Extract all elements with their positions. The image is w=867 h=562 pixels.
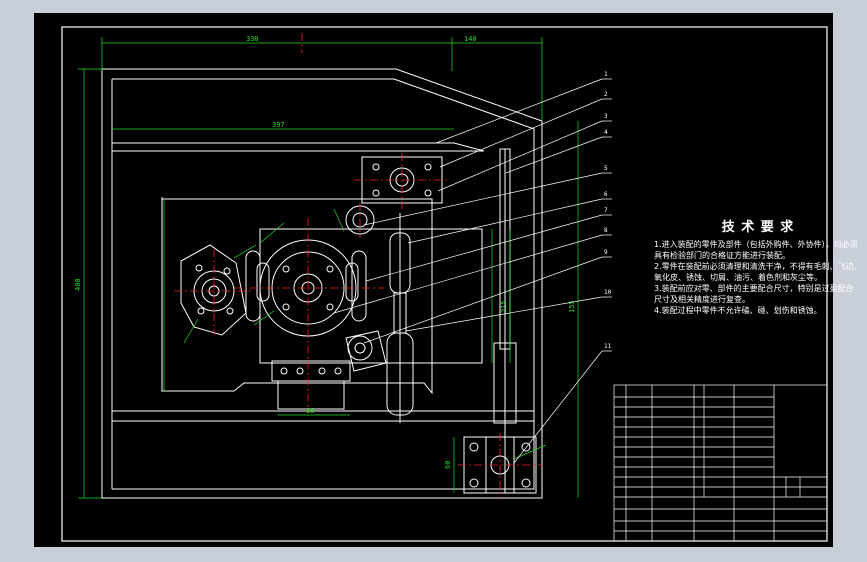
dim-top-left: 330: [246, 35, 259, 43]
balloon-1: 1: [604, 71, 608, 78]
technical-requirements: 技 术 要 求 1.进入装配的零件及部件（包括外购件、外协件），均必须 具有检验…: [654, 216, 862, 316]
dim-top-right: 140: [464, 35, 477, 43]
dim-inner-height: 215: [500, 300, 508, 313]
left-hub: [180, 244, 247, 336]
tech-req-line-1: 1.进入装配的零件及部件（包括外购件、外协件），均必须: [654, 240, 858, 249]
tech-req-line-7: 4.装配过程中零件不允许磕、碰、划伤和锈蚀。: [654, 306, 822, 315]
cad-viewport[interactable]: 330 140 397 400 80 155 215 60 1 2 3 4 5 …: [0, 0, 867, 562]
tech-req-line-3: 2.零件在装配前必须清理和清洗干净，不得有毛刺、飞边、: [654, 262, 862, 271]
centerlines: [174, 33, 542, 499]
balloon-6: 6: [604, 191, 608, 198]
balloon-5: 5: [604, 165, 608, 172]
balloon-11: 11: [604, 343, 612, 350]
balloon-2: 2: [604, 91, 608, 98]
balloon-10: 10: [604, 289, 612, 296]
drawing-sheet: 330 140 397 400 80 155 215 60 1 2 3 4 5 …: [34, 13, 862, 547]
title-block: [613, 384, 828, 542]
tech-req-line-4: 氧化皮、锈蚀、切屑、油污、着色剂和灰尘等。: [654, 273, 822, 282]
right-guide: [493, 148, 517, 493]
tech-req-line-2: 具有检验部门的合格证方能进行装配。: [654, 251, 790, 260]
dim-small-width: 80: [306, 407, 314, 415]
leader-lines: [333, 78, 612, 464]
dimension-text: 330 140 397 400 80 155 215 60: [74, 35, 576, 469]
bottom-bracket: [271, 360, 351, 410]
tech-req-title: 技 术 要 求: [721, 220, 795, 235]
main-plate: [161, 197, 483, 395]
tech-req-line-6: 尺寸及相关精度进行复查。: [654, 295, 750, 304]
dim-mid-width: 397: [272, 121, 285, 129]
balloon-9: 9: [604, 249, 608, 256]
balloon-4: 4: [604, 129, 608, 136]
balloon-3: 3: [604, 113, 608, 120]
piston-rod: [345, 213, 414, 423]
balloon-numbers: 1 2 3 4 5 6 7 8 9 10 11: [604, 71, 612, 350]
dim-overall-height: 400: [74, 278, 82, 291]
balloon-7: 7: [604, 207, 608, 214]
balloon-8: 8: [604, 227, 608, 234]
tech-req-line-5: 3.装配前应对零、部件的主要配合尺寸，特别是过盈配合: [654, 284, 854, 293]
dim-base-height: 60: [444, 461, 452, 469]
housing-outline: [101, 68, 543, 499]
